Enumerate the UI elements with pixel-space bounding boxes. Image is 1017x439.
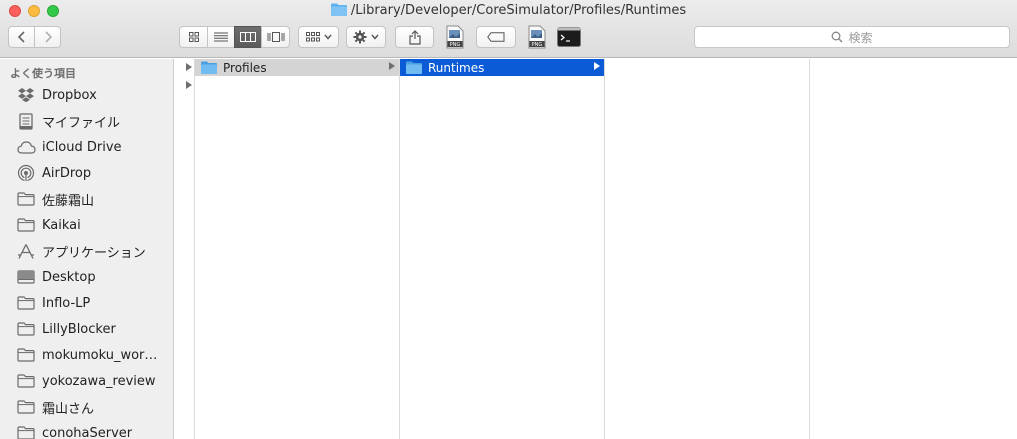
applications-icon	[16, 242, 36, 260]
window-title: /Library/Developer/CoreSimulator/Profile…	[0, 3, 1017, 20]
tag-icon	[487, 32, 505, 42]
terminal-button[interactable]	[557, 27, 581, 47]
cloud-icon	[16, 138, 36, 156]
cover-flow-icon	[267, 32, 284, 42]
disclosure-arrow-icon	[389, 62, 395, 70]
share-button[interactable]	[395, 26, 434, 48]
folder-icon	[16, 320, 36, 338]
window-toolbar: /Library/Developer/CoreSimulator/Profile…	[0, 0, 1017, 58]
sidebar-item-dropbox[interactable]: Dropbox	[0, 82, 173, 108]
folder-icon	[16, 216, 36, 234]
back-button[interactable]	[8, 26, 35, 48]
column-profiles-parent: Profiles	[195, 59, 400, 439]
sidebar-item-lillyblocker[interactable]: LillyBlocker	[0, 316, 173, 342]
icon-view-button[interactable]	[179, 26, 208, 48]
dropbox-icon	[16, 86, 36, 104]
search-icon	[832, 31, 844, 43]
desktop-icon	[16, 268, 36, 286]
airdrop-icon	[16, 164, 36, 182]
folder-icon	[16, 190, 36, 208]
share-icon	[408, 29, 421, 45]
title-path: /Library/Developer/CoreSimulator/Profile…	[350, 3, 687, 18]
sidebar: よく使う項目 Dropbox マイファイル iCloud Drive AirDr…	[0, 59, 174, 439]
terminal-icon	[557, 27, 581, 47]
list-view-button[interactable]	[207, 26, 235, 48]
action-button[interactable]	[346, 26, 386, 48]
sidebar-item-inflo-lp[interactable]: Inflo-LP	[0, 290, 173, 316]
column-root	[175, 59, 195, 439]
folder-icon	[16, 294, 36, 312]
sidebar-item-sato-soyama[interactable]: 佐藤霜山	[0, 186, 173, 212]
columns-icon	[240, 32, 256, 42]
sidebar-item-icloud-drive[interactable]: iCloud Drive	[0, 134, 173, 160]
column-view-button[interactable]	[234, 26, 262, 48]
png-export-button[interactable]: PNG	[446, 25, 464, 49]
arrange-grid-icon	[305, 32, 320, 42]
sidebar-item-all-my-files[interactable]: マイファイル	[0, 108, 173, 134]
column-empty-1	[605, 59, 810, 439]
sidebar-item-applications[interactable]: アプリケーション	[0, 238, 173, 264]
search-placeholder: 検索	[848, 30, 873, 45]
png-file-icon: PNG	[528, 25, 546, 49]
sidebar-item-conohaserver[interactable]: conohaServer	[0, 420, 173, 439]
folder-icon	[330, 3, 347, 20]
list-item-profiles[interactable]: Profiles	[195, 59, 399, 76]
cover-flow-view-button[interactable]	[261, 26, 290, 48]
item-label: Runtimes	[428, 60, 485, 75]
item-label: Profiles	[223, 60, 267, 75]
sidebar-item-soyama-san[interactable]: 霜山さん	[0, 394, 173, 420]
all-my-files-icon	[16, 112, 36, 130]
chevron-right-icon	[44, 31, 52, 43]
folder-icon	[16, 398, 36, 416]
sidebar-item-mokumoku-work[interactable]: mokumoku_work…	[0, 342, 173, 368]
grid-icon	[188, 32, 199, 42]
chevron-down-icon	[323, 34, 332, 40]
svg-text:PNG: PNG	[532, 42, 543, 48]
disclosure-arrow-icon[interactable]	[186, 63, 192, 71]
folder-icon	[201, 61, 217, 74]
png-export-button-2[interactable]: PNG	[528, 25, 546, 49]
disclosure-arrow-icon[interactable]	[186, 81, 192, 89]
sidebar-item-yokozawa-review[interactable]: yokozawa_review	[0, 368, 173, 394]
list-icon	[214, 32, 228, 42]
forward-button[interactable]	[34, 26, 61, 48]
chevron-down-icon	[371, 34, 379, 40]
svg-text:PNG: PNG	[450, 42, 461, 48]
list-item-runtimes[interactable]: Runtimes	[400, 59, 604, 76]
sidebar-section-favorites: よく使う項目	[10, 67, 76, 80]
sidebar-item-desktop[interactable]: Desktop	[0, 264, 173, 290]
gear-icon	[353, 30, 367, 44]
sidebar-item-airdrop[interactable]: AirDrop	[0, 160, 173, 186]
chevron-left-icon	[17, 31, 25, 43]
column-runtimes-parent: Runtimes	[400, 59, 605, 439]
arrange-button[interactable]	[298, 26, 339, 48]
folder-icon	[16, 372, 36, 390]
search-field[interactable]: 検索	[694, 26, 1010, 48]
png-file-icon: PNG	[446, 25, 464, 49]
folder-icon	[16, 424, 36, 439]
folder-icon	[406, 61, 422, 74]
sidebar-item-kaikai[interactable]: Kaikai	[0, 212, 173, 238]
disclosure-arrow-icon	[594, 62, 600, 70]
folder-icon	[16, 346, 36, 364]
tag-button[interactable]	[476, 26, 516, 48]
column-empty-2	[810, 59, 1017, 439]
